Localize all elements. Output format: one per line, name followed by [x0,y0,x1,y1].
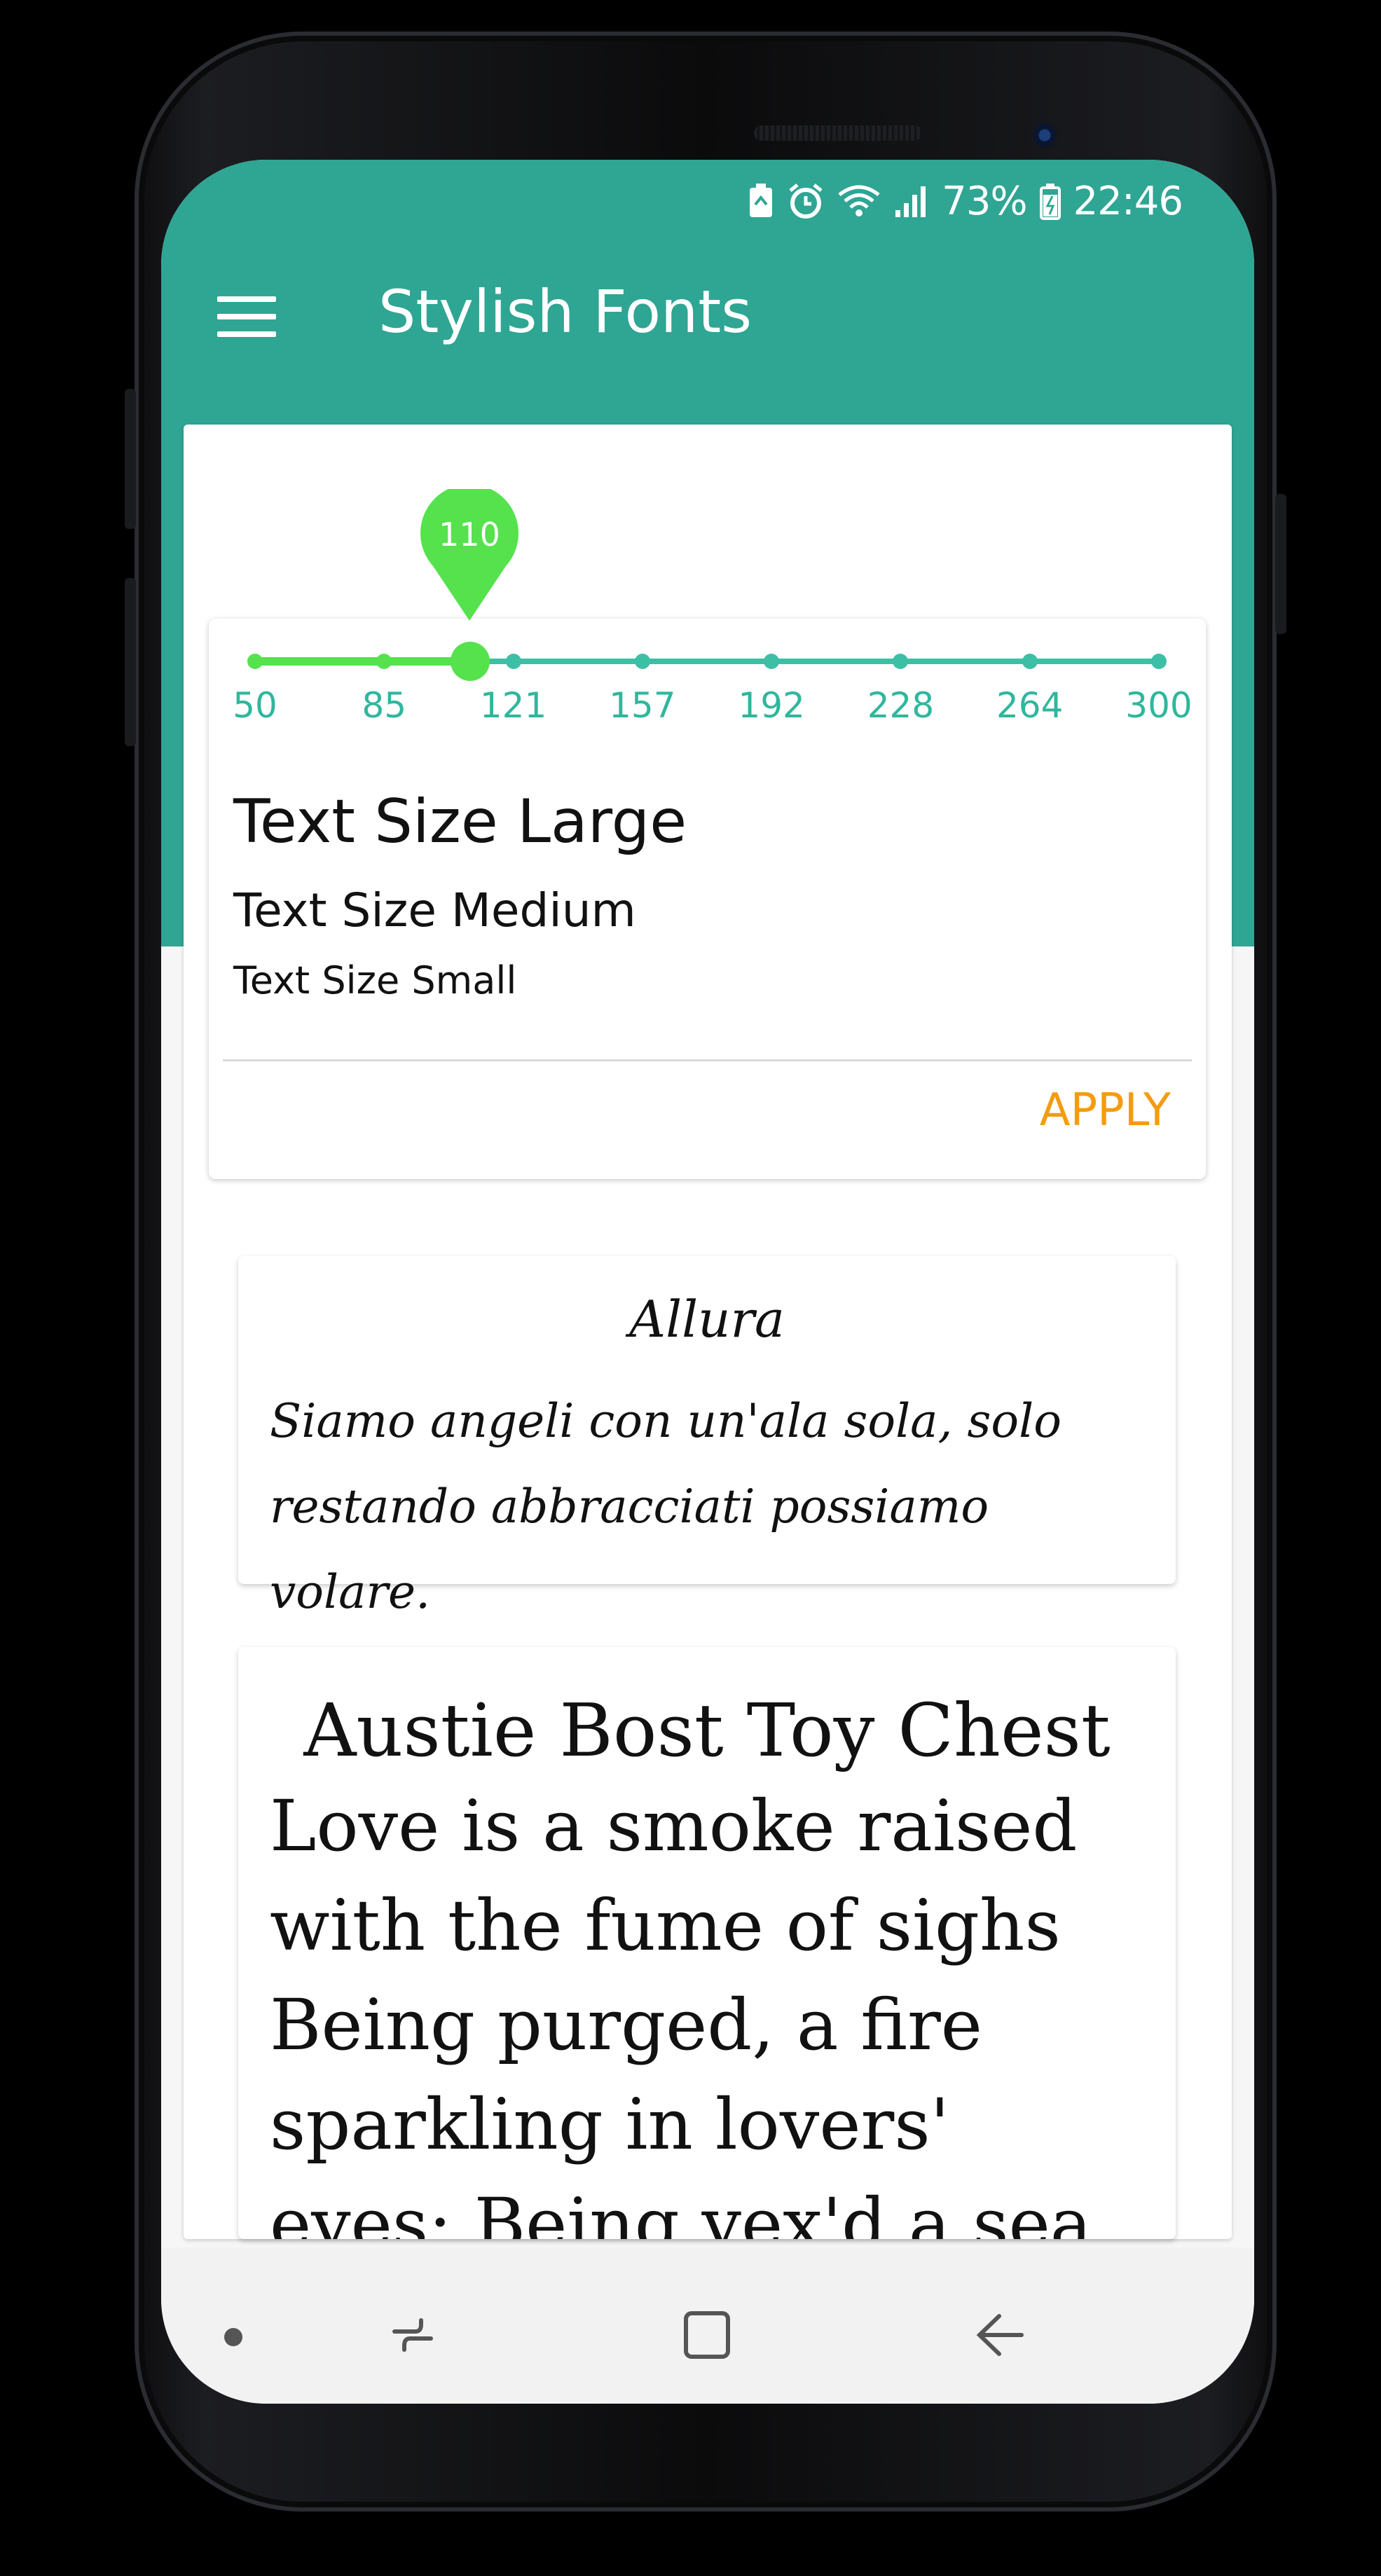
battery-icon [1039,184,1061,220]
nav-dot-icon[interactable] [224,2328,242,2346]
slider-tick-label: 192 [738,685,805,726]
slider-value: 110 [439,516,500,553]
power-button [1275,494,1286,634]
font-card-allura[interactable]: Allura Siamo angeli con un'ala sola, sol… [238,1256,1176,1619]
back-icon[interactable] [967,2303,1030,2367]
apply-button[interactable]: APPLY [1040,1084,1171,1136]
wifi-icon [837,184,881,219]
font-name: Austie Bost Toy Chest [303,1688,1111,1773]
status-bar: 73% 22:46 [747,178,1183,224]
font-sample: Siamo angeli con un'ala sola, solo resta… [270,1394,1061,1619]
battery-saver-icon [747,184,775,219]
phone-screen: 73% 22:46 Stylish Fonts 50 85 121 157 192 228… [161,160,1254,2404]
slider-tick[interactable] [376,654,392,669]
front-camera [1029,119,1061,151]
hamburger-menu-icon[interactable] [217,296,276,341]
clock: 22:46 [1073,178,1183,224]
earpiece-speaker [754,125,922,141]
slider-tick-label: 228 [867,685,935,726]
slider-tick[interactable] [247,654,263,669]
slider-tick-label: 264 [996,685,1064,726]
font-card-austie-bost[interactable]: Austie Bost Toy Chest Love is a smoke ra… [238,1647,1176,2239]
main-content-card: 50 85 121 157 192 228 264 300 Text Size Large T… [184,425,1232,2239]
slider-tick[interactable] [764,654,780,669]
app-title: Stylish Fonts [378,277,752,346]
slider-thumb[interactable] [451,642,490,681]
slider-fill [255,657,470,666]
volume-button [125,389,136,529]
slider-tick-label: 85 [362,685,407,726]
slider-tick-label: 121 [479,685,547,726]
alarm-icon [788,184,824,219]
text-size-small-preview: Text Size Small [233,958,517,1003]
text-size-large-preview: Text Size Large [233,787,687,857]
battery-percent: 73% [942,178,1027,224]
signal-icon [894,184,929,219]
slider-tick-label: 300 [1125,685,1193,726]
home-icon[interactable] [676,2303,739,2367]
recents-icon[interactable] [382,2303,445,2367]
slider-tick-label: 157 [609,685,676,726]
slider-tick-label: 50 [233,685,277,726]
divider [223,1059,1192,1061]
text-size-medium-preview: Text Size Medium [233,883,636,937]
slider-tick[interactable] [1022,654,1038,669]
font-name: Allura [629,1290,785,1349]
text-size-settings-card: 50 85 121 157 192 228 264 300 Text Size Large T… [209,619,1206,1179]
slider-tick[interactable] [505,654,521,669]
font-sample: Love is a smoke raised with the fume of … [270,1785,1092,2239]
slider-tick[interactable] [1151,654,1167,669]
slider-tick[interactable] [893,654,909,669]
navigation-bar [161,2247,1254,2404]
slider-value-bubble: 110 [420,484,518,622]
bixby-button [125,578,136,746]
slider-tick[interactable] [634,654,650,669]
